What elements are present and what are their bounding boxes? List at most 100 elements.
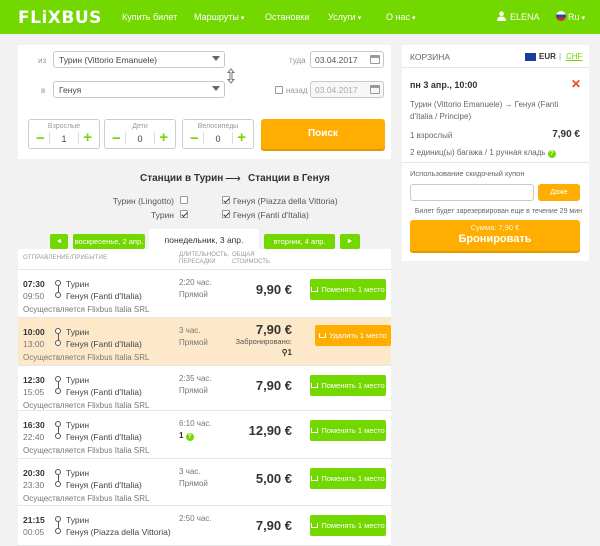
station-vittoria-checkbox[interactable] [222,196,230,204]
transfer-type: Прямой [179,338,208,347]
departure-station[interactable]: Турин [66,468,89,478]
departure-station[interactable]: Турин [66,327,89,337]
russia-flag-icon[interactable] [556,11,566,21]
transfer-count-value: 1 [179,431,184,440]
chevron-down-icon: ▾ [240,15,245,22]
return-date-input[interactable]: 03.04.2017 [310,81,384,98]
prev-day-arrow[interactable]: ◄ [50,234,68,249]
arrival-station[interactable]: Генуя (Fanti d'Italia) [66,291,142,301]
return-date-value: 03.04.2017 [315,85,358,95]
coupon-apply-button[interactable]: Даже [538,184,580,201]
seat-button-label: Поменять 1 место [321,285,385,294]
search-button[interactable]: Поиск [261,119,385,149]
seat-button-label: Поменять 1 место [321,474,385,483]
ride-duration: 3 час. [179,467,201,476]
arrival-station[interactable]: Генуя (Fanti d'Italia) [66,339,142,349]
children-stepper: Дети − 0 + [104,119,176,149]
reserved-label: Забронировано: [235,337,292,346]
change-seat-button[interactable]: Поменять 1 место [310,468,386,489]
col-duration: ДЛИТЕЛЬНОСТЬ, ПЕРЕСАДКИ [179,252,230,265]
flixbus-logo[interactable]: FLiXBUS [18,8,102,28]
cart-icon [311,287,319,292]
station-lingotto-checkbox[interactable] [180,196,188,204]
departure-station[interactable]: Турин [66,279,89,289]
cart-route: Турин (Vittorio Emanuele) → Генуя (Fanti… [410,100,559,121]
to-select-value: Генуя [59,85,82,95]
nav-buy-ticket[interactable]: Купить билет [122,12,177,22]
return-checkbox[interactable] [275,86,283,94]
departure-station[interactable]: Турин [66,420,89,430]
currency-chf[interactable]: CHF [566,52,582,61]
coupon-label: Использование скидочный купон [410,169,525,178]
currency-eur[interactable]: EUR [539,52,556,61]
book-button[interactable]: Сумма: 7,90 € Бронировать [410,220,580,251]
coupon-input[interactable] [410,184,534,201]
swap-icon[interactable] [227,68,235,84]
change-seat-button[interactable]: Поменять 1 место [310,515,386,536]
cart-icon [319,333,327,338]
arrival-station[interactable]: Генуя (Fanti d'Italia) [66,432,142,442]
remove-icon[interactable]: ✕ [571,77,581,91]
operator-text: Осуществляется Flixbus Italia SRL [23,353,150,362]
arrival-station[interactable]: Генуя (Fanti d'Italia) [66,480,142,490]
calendar-icon [370,85,380,94]
tab-next-day[interactable]: вторник, 4 апр. [264,234,335,249]
plus-icon[interactable]: + [83,130,92,145]
station-turin-checkbox[interactable] [180,210,188,218]
ride-row[interactable]: 16:30 22:40 Турин Генуя (Fanti d'Italia) Осу… [18,411,391,459]
divider [232,132,233,144]
nav-about[interactable]: О нас ▾ [386,12,416,22]
next-day-arrow[interactable]: ► [340,234,360,249]
departure-time: 16:30 [23,420,45,430]
nav-routes[interactable]: Маршруты ▾ [194,12,244,22]
user-name[interactable]: ELENA [510,12,540,22]
operator-text: Осуществляется Flixbus Italia SRL [23,401,150,410]
ride-duration: 3 час. [179,326,201,335]
tab-current-day[interactable]: понедельник, 3 апр. [149,229,259,249]
help-icon[interactable]: ? [547,150,556,158]
cart-trip-date: пн 3 апр., 10:00 [410,80,478,90]
nav-services[interactable]: Услуги ▾ [328,12,361,22]
nav-stops[interactable]: Остановки [265,12,309,22]
cart-luggage: 2 единиц(ы) багажа / 1 ручная кладь ? [410,148,556,158]
change-seat-button[interactable]: Поменять 1 место [310,420,386,441]
change-seat-button[interactable]: Поменять 1 место [310,279,386,300]
station-filter-label: Турин [150,210,174,220]
seat-button-label: Поменять 1 место [321,521,385,530]
reserved-count-value: 1 [287,348,292,357]
bikes-stepper: Велосипеды − 0 + [182,119,254,149]
ride-row[interactable]: 07:30 09:50 Турин Генуя (Fanti d'Italia) Осу… [18,270,391,318]
transfer-count[interactable]: 1 ? [179,431,194,441]
operator-text: Осуществляется Flixbus Italia SRL [23,494,150,503]
ride-duration: 2:35 час. [179,374,212,383]
plus-icon[interactable]: + [237,130,246,145]
departure-station[interactable]: Турин [66,375,89,385]
ride-row[interactable]: 12:30 15:05 Турин Генуя (Fanti d'Italia) Осу… [18,366,391,411]
arrival-station[interactable]: Генуя (Piazza della Vittoria) [66,527,171,537]
ride-row[interactable]: 21:15 00:05 Турин Генуя (Piazza della Vitto… [18,506,391,546]
divider [154,132,155,144]
cart-icon [311,383,319,388]
remove-seat-button[interactable]: Удалить 1 место [315,325,391,346]
station-filter-label: Турин (Lingotto) [112,196,174,206]
change-seat-button[interactable]: Поменять 1 место [310,375,386,396]
col-total-price: ОБЩАЯ СТОИМОСТЬ [232,252,270,265]
help-icon[interactable]: ? [185,433,194,441]
depart-date-input[interactable]: 03.04.2017 [310,51,384,68]
ride-row[interactable]: 20:30 23:30 Турин Генуя (Fanti d'Italia) Осу… [18,459,391,506]
arrival-station[interactable]: Генуя (Fanti d'Italia) [66,387,142,397]
departure-station[interactable]: Турин [66,515,89,525]
cart-passengers: 1 взрослый [410,131,453,140]
station-fanti-checkbox[interactable] [222,210,230,218]
tab-prev-day[interactable]: воскресенье, 2 апр. [73,234,145,249]
nav-services-label: Услуги [328,12,356,22]
stop-dot-icon [55,433,61,439]
from-select[interactable]: Турин (Vittorio Emanuele) [53,51,225,68]
language-selector[interactable]: Ru ▾ [568,12,585,22]
ride-price: 9,90 € [255,282,292,297]
ride-row[interactable]: 10:00 13:00 Турин Генуя (Fanti d'Italia) Осу… [18,318,391,366]
plus-icon[interactable]: + [159,130,168,145]
to-select[interactable]: Генуя [53,81,225,98]
arrival-time: 13:00 [23,339,45,349]
transfer-type: Прямой [179,479,208,488]
